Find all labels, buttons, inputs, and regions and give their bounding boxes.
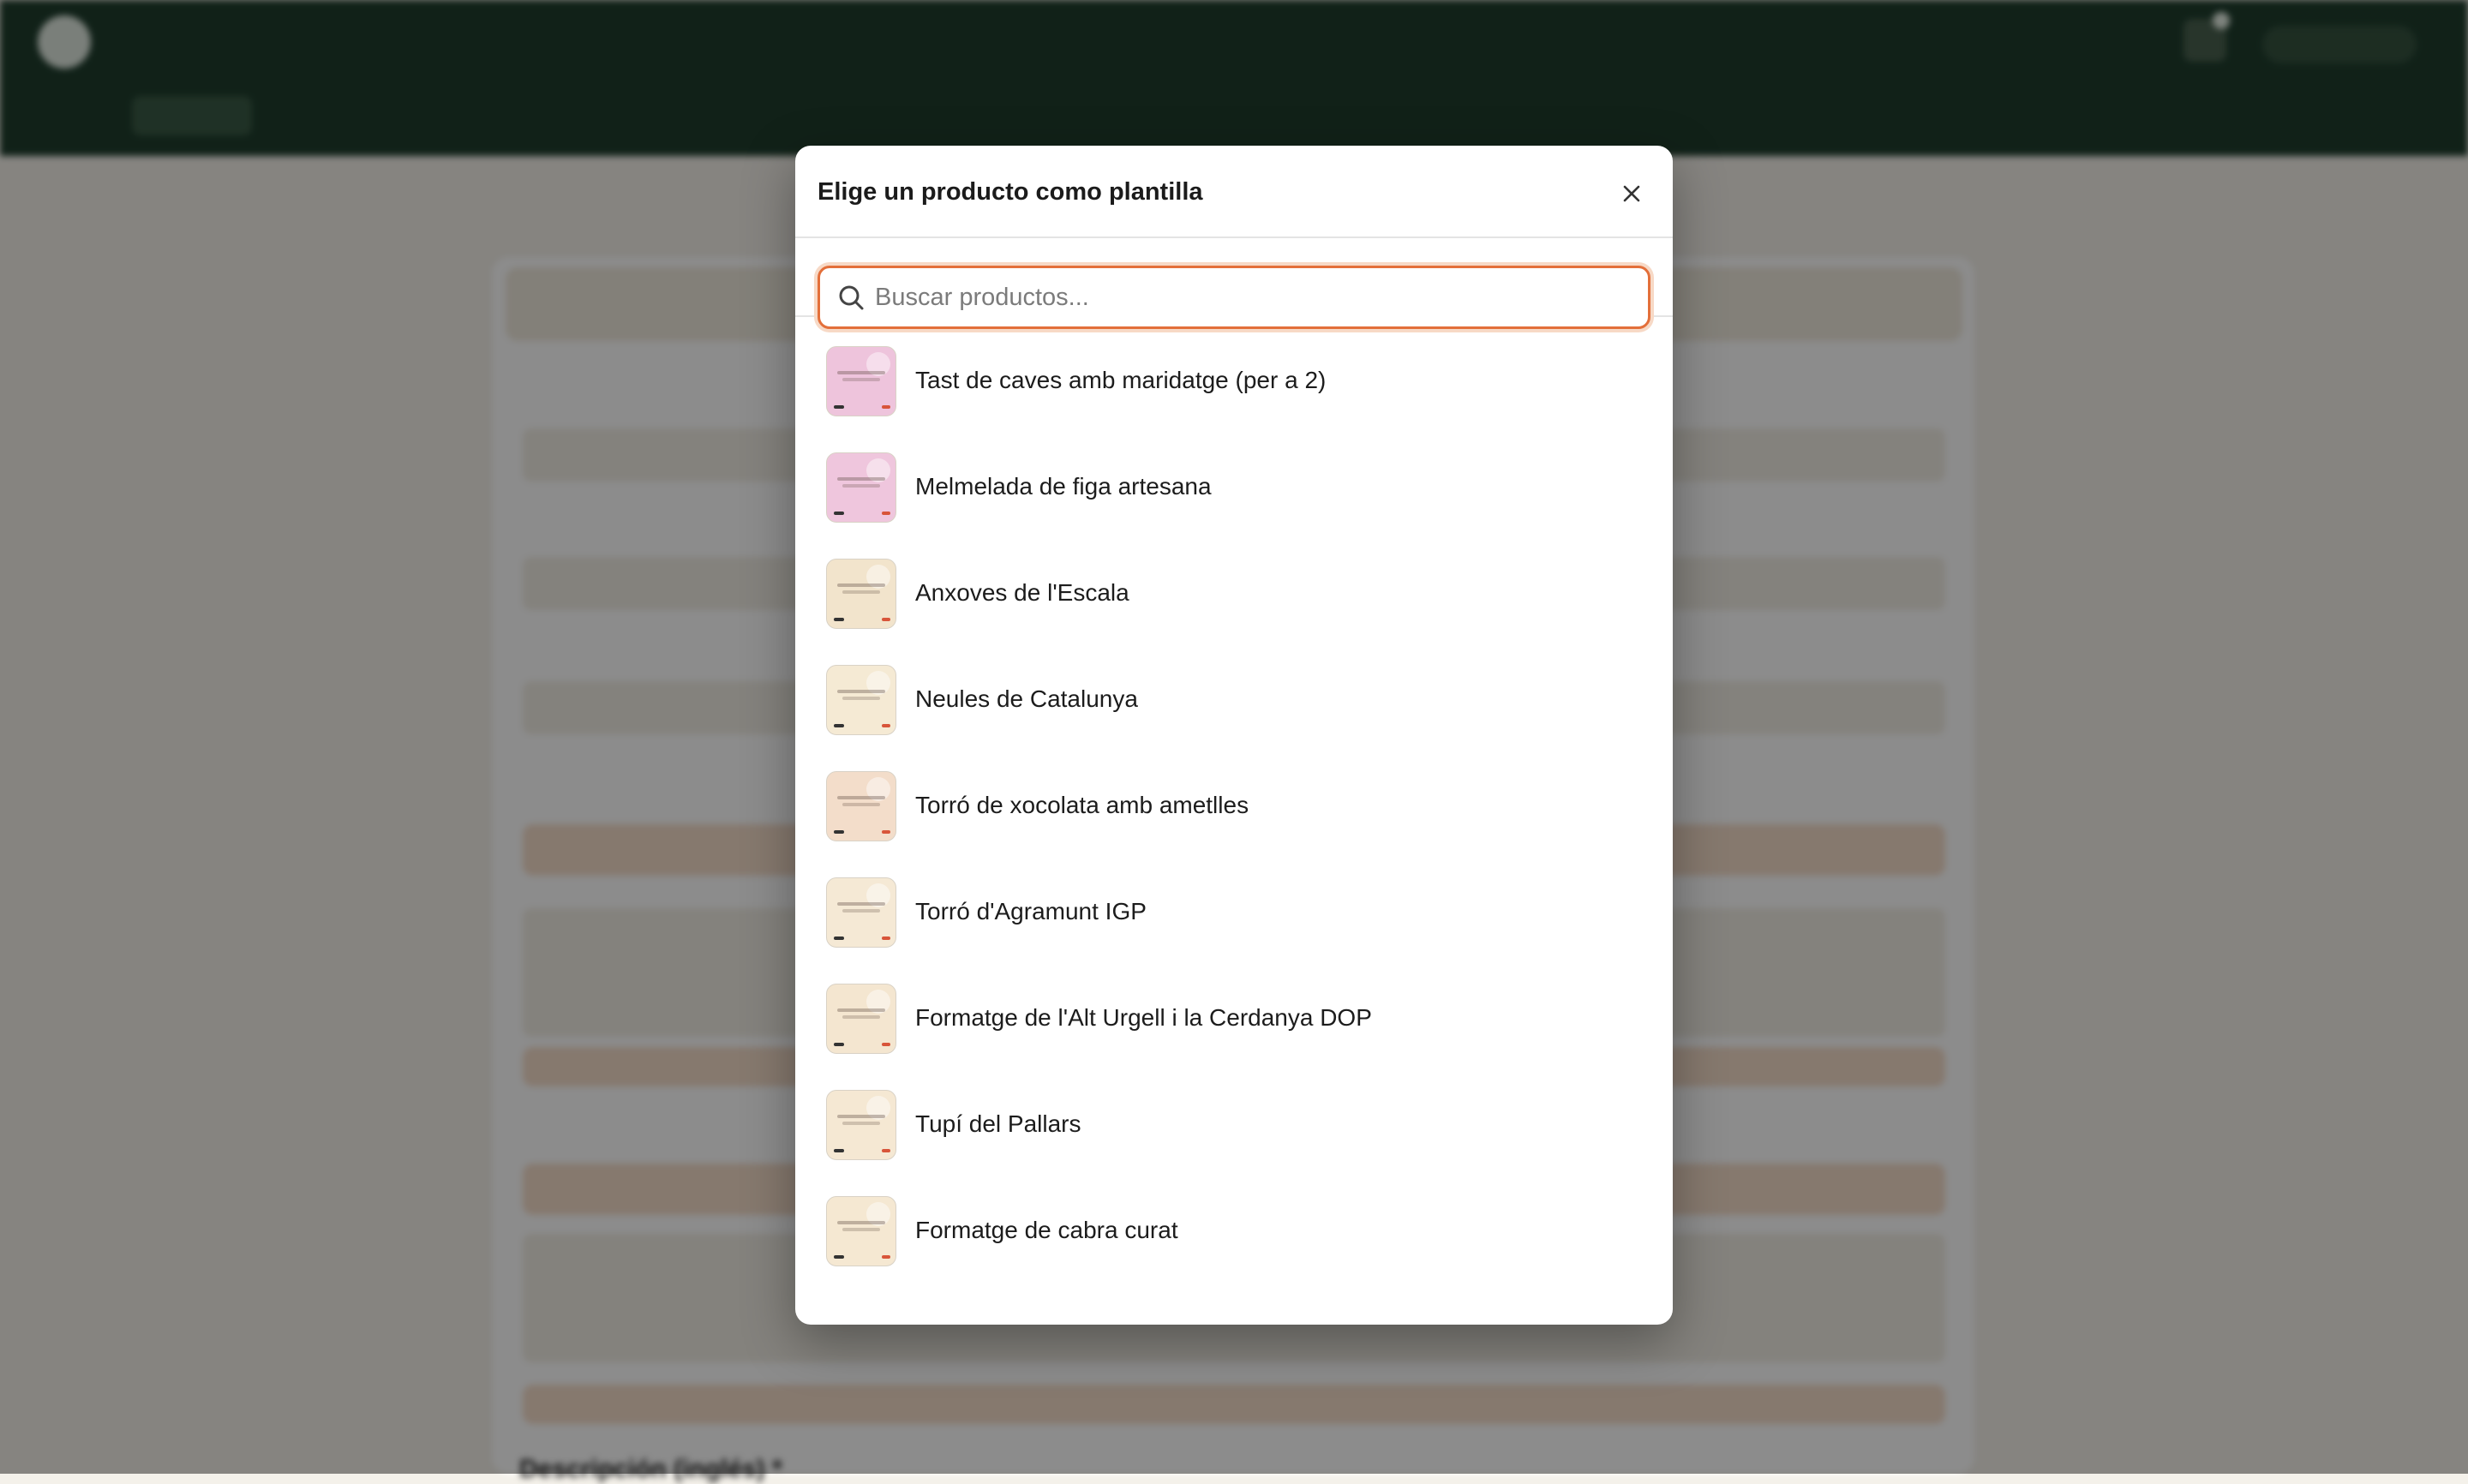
product-thumbnail: [826, 665, 896, 735]
modal-title: Elige un producto como plantilla: [818, 178, 1203, 206]
list-item[interactable]: Tast de caves amb maridatge (per a 2): [826, 346, 1640, 420]
product-name: Formatge de cabra curat: [915, 1217, 1178, 1243]
product-name: Melmelada de figa artesana: [915, 473, 1212, 500]
modal-header: Elige un producto como plantilla: [795, 146, 1673, 238]
close-icon: [1623, 185, 1640, 202]
product-thumbnail: [826, 452, 896, 523]
product-thumbnail: [826, 346, 896, 416]
product-name: Tast de caves amb maridatge (per a 2): [915, 367, 1327, 393]
list-item[interactable]: Formatge de l'Alt Urgell i la Cerdanya D…: [826, 984, 1640, 1057]
search-field[interactable]: [818, 266, 1650, 329]
list-item[interactable]: Torró d'Agramunt IGP: [826, 877, 1640, 951]
template-picker-modal: Elige un producto como plantilla Tast de…: [795, 146, 1673, 1325]
product-name: Formatge de l'Alt Urgell i la Cerdanya D…: [915, 1004, 1372, 1031]
product-thumbnail: [826, 984, 896, 1054]
list-item[interactable]: Tupí del Pallars: [826, 1090, 1640, 1164]
product-name: Torró de xocolata amb ametlles: [915, 792, 1249, 818]
product-thumbnail: [826, 877, 896, 948]
product-name: Tupí del Pallars: [915, 1110, 1081, 1137]
list-item[interactable]: Neules de Catalunya: [826, 665, 1640, 739]
list-item[interactable]: Formatge de cabra curat: [826, 1196, 1640, 1270]
product-name: Anxoves de l'Escala: [915, 579, 1129, 606]
product-thumbnail: [826, 1090, 896, 1160]
list-item[interactable]: Melmelada de figa artesana: [826, 452, 1640, 526]
close-button[interactable]: [1613, 175, 1650, 212]
list-item[interactable]: Anxoves de l'Escala: [826, 559, 1640, 632]
list-item[interactable]: Torró de xocolata amb ametlles: [826, 771, 1640, 845]
product-thumbnail: [826, 1196, 896, 1266]
product-thumbnail: [826, 559, 896, 629]
product-name: Torró d'Agramunt IGP: [915, 898, 1147, 925]
search-icon: [839, 285, 864, 310]
product-name: Neules de Catalunya: [915, 685, 1138, 712]
search-input[interactable]: [875, 275, 1629, 320]
product-thumbnail: [826, 771, 896, 841]
